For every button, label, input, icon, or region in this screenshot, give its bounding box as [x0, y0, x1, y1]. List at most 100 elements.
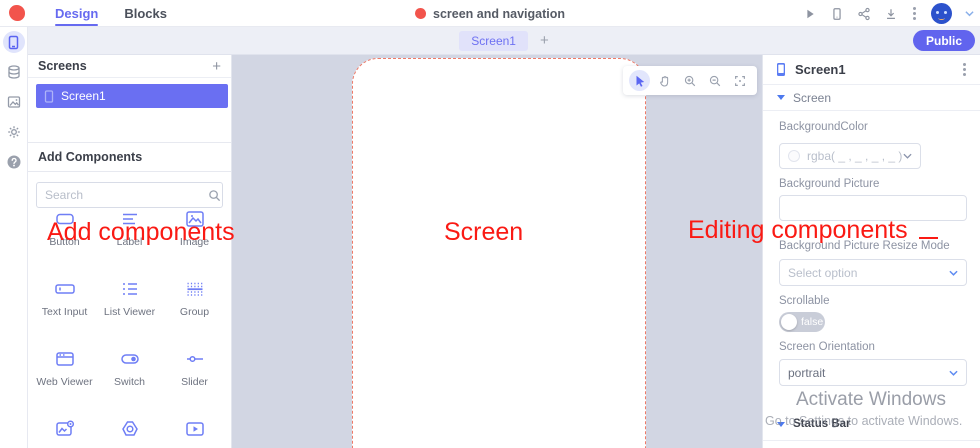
caret-down-icon — [777, 95, 785, 100]
left-rail — [0, 27, 28, 448]
screen-item-phone-icon — [44, 89, 54, 103]
component-label: List Viewer — [103, 306, 156, 318]
public-button[interactable]: Public — [912, 30, 975, 51]
rail-data-icon[interactable] — [3, 61, 25, 83]
avatar[interactable] — [931, 3, 952, 24]
screen-list-item-screen1[interactable]: Screen1 — [36, 84, 228, 108]
component-drive[interactable] — [97, 418, 162, 448]
rail-settings-gear-icon[interactable] — [3, 121, 25, 143]
selected-component-title: Screen1 — [795, 62, 846, 77]
download-icon[interactable] — [884, 7, 898, 21]
more-options-icon[interactable] — [911, 5, 918, 22]
chevron-down-icon — [903, 153, 912, 159]
button-icon — [55, 213, 74, 225]
component-search-input[interactable] — [37, 188, 208, 202]
add-components-header: Add Components — [28, 142, 231, 172]
resize-mode-value: Select option — [788, 265, 858, 280]
scrollable-label: Scrollable — [779, 295, 830, 307]
component-text-input[interactable]: Text Input — [32, 278, 97, 335]
caret-down-icon — [777, 421, 785, 427]
group-icon — [187, 282, 202, 296]
screen-canvas[interactable] — [352, 58, 646, 448]
chevron-down-icon — [949, 270, 958, 276]
properties-panel: Screen1 Screen BackgroundColor rgba( _ ,… — [762, 55, 980, 448]
add-screen-button[interactable]: + — [212, 59, 221, 74]
section-status-bar[interactable]: Status Bar — [763, 411, 980, 437]
activate-windows-watermark: Activate Windows — [796, 389, 946, 410]
orientation-select[interactable]: portrait — [779, 359, 967, 386]
panel-divider — [763, 440, 980, 441]
background-picture-input[interactable] — [779, 195, 967, 221]
slider-icon — [186, 355, 203, 363]
screen-item-label: Screen1 — [61, 89, 106, 103]
component-image-map[interactable] — [32, 418, 97, 448]
resize-mode-select[interactable]: Select option — [779, 259, 967, 286]
component-list-viewer[interactable]: List Viewer — [97, 278, 162, 335]
list-viewer-icon — [122, 283, 137, 295]
toggle-value: false — [801, 316, 824, 328]
rail-help-icon[interactable] — [3, 151, 25, 173]
app-window: Design Blocks screen and navigation Scre… — [0, 0, 980, 448]
fit-center-icon[interactable] — [730, 70, 751, 91]
add-screen-tab-button[interactable]: + — [540, 33, 549, 48]
screens-title: Screens — [38, 59, 87, 73]
account-chevron-down-icon[interactable] — [965, 10, 974, 17]
component-image[interactable]: Image — [162, 208, 227, 265]
thunkable-logo-icon[interactable] — [9, 5, 25, 21]
pan-hand-icon[interactable] — [654, 70, 675, 91]
zoom-out-icon[interactable] — [705, 70, 726, 91]
device-preview-icon[interactable] — [830, 7, 844, 21]
component-label: Group — [179, 306, 210, 318]
component-label: Text Input — [41, 306, 88, 318]
component-label[interactable]: Label — [97, 208, 162, 265]
component-grid: Button Label Image Text Input List Viewe… — [32, 208, 227, 448]
rail-screens-icon[interactable] — [2, 31, 25, 53]
text-input-icon — [54, 284, 75, 294]
section-label: Screen — [793, 90, 832, 105]
tab-design[interactable]: Design — [55, 0, 99, 26]
component-web-viewer[interactable]: Web Viewer — [32, 348, 97, 405]
select-cursor-icon[interactable] — [629, 70, 651, 91]
workspace — [232, 55, 762, 448]
properties-more-icon[interactable] — [961, 61, 968, 78]
chevron-down-icon — [949, 370, 958, 376]
toggle-knob — [781, 314, 797, 330]
color-value: rgba( _ , _ , _ , _ ) — [807, 149, 903, 163]
component-slider[interactable]: Slider — [162, 348, 227, 405]
zoom-in-icon[interactable] — [679, 70, 700, 91]
drive-icon — [121, 421, 138, 436]
resize-mode-label: Background Picture Resize Mode — [779, 240, 950, 252]
component-label: Switch — [114, 376, 145, 388]
section-screen[interactable]: Screen — [763, 85, 980, 111]
project-header: screen and navigation — [415, 0, 565, 27]
section-label: Status Bar — [793, 418, 851, 430]
orientation-label: Screen Orientation — [779, 341, 875, 353]
rail-assets-icon[interactable] — [3, 91, 25, 113]
canvas-toolbar — [623, 66, 757, 95]
component-video[interactable] — [162, 418, 227, 448]
component-button[interactable]: Button — [32, 208, 97, 265]
component-label: Label — [116, 236, 143, 248]
switch-icon — [120, 354, 139, 364]
component-group[interactable]: Group — [162, 278, 227, 335]
backgroundcolor-label: BackgroundColor — [779, 121, 868, 133]
image-icon — [185, 211, 204, 227]
tab-blocks[interactable]: Blocks — [124, 0, 167, 26]
background-picture-label: Background Picture — [779, 178, 880, 190]
top-bar: Design Blocks screen and navigation — [0, 0, 980, 27]
scrollable-toggle[interactable]: false — [779, 312, 825, 332]
screen-tab-screen1[interactable]: Screen1 — [459, 30, 528, 51]
component-label: Web Viewer — [36, 376, 93, 388]
component-switch[interactable]: Switch — [97, 348, 162, 405]
video-player-icon — [185, 422, 204, 436]
play-icon[interactable] — [803, 7, 817, 21]
image-pin-icon — [55, 420, 74, 436]
backgroundcolor-dropdown[interactable]: rgba( _ , _ , _ , _ ) — [779, 143, 921, 169]
share-icon[interactable] — [857, 7, 871, 21]
properties-header: Screen1 — [763, 55, 980, 85]
screens-panel-header: Screens + — [28, 55, 231, 78]
left-panel: Screens + Screen1 Add Components Button … — [28, 55, 232, 448]
web-viewer-icon — [55, 352, 74, 366]
component-label: Button — [49, 236, 80, 248]
label-icon — [122, 213, 137, 225]
